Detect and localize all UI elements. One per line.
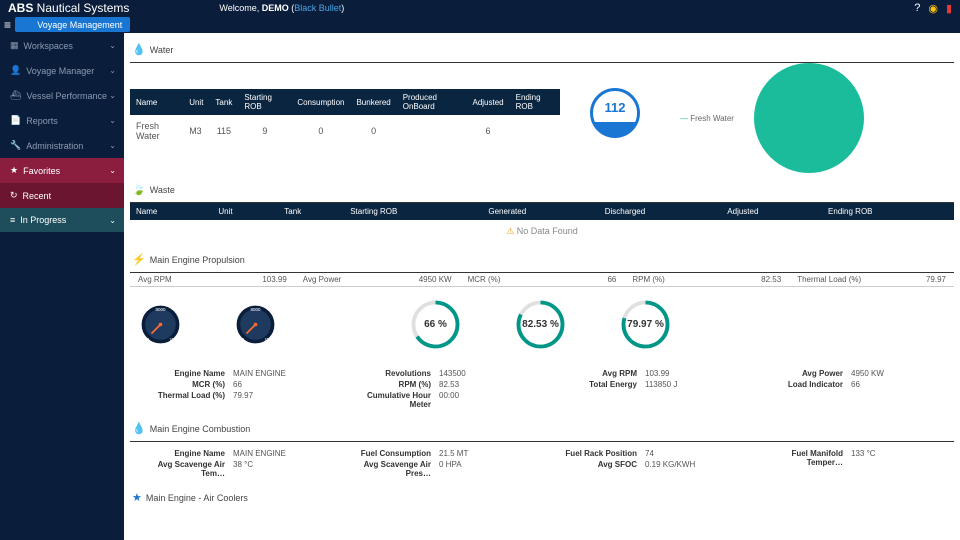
rpm-pct-gauge: 82.53 % xyxy=(513,297,568,352)
detail-value: 21.5 MT xyxy=(439,449,534,458)
app-header: ABS Nautical Systems Welcome, DEMO (Blac… xyxy=(0,0,960,16)
bulb-icon[interactable]: ◉ xyxy=(928,2,938,15)
svg-text:8000: 8000 xyxy=(250,307,261,312)
sidebar-item-workspaces[interactable]: ▦Workspaces⌄ xyxy=(0,33,124,58)
chevron-down-icon: ⌄ xyxy=(109,141,116,150)
water-table: NameUnitTankStarting ROBConsumptionBunke… xyxy=(130,89,560,147)
menu-icon[interactable]: ≡ xyxy=(4,18,11,32)
detail-label: Fuel Consumption xyxy=(344,449,439,458)
drop-icon: 💧 xyxy=(132,43,146,56)
detail-value: 143500 xyxy=(439,369,534,378)
sidebar-item-vessel-performance[interactable]: ⛴Vessel Performance⌄ xyxy=(0,83,124,108)
detail-value: 0.19 KG/KWH xyxy=(645,460,740,469)
help-icon[interactable]: ? xyxy=(914,2,920,14)
drop-icon: 💧 xyxy=(132,422,146,435)
pie-legend: — Fresh Water xyxy=(680,114,734,123)
detail-value: 113850 J xyxy=(645,380,740,389)
detail-label: Avg Scavenge Air Tem… xyxy=(138,460,233,478)
water-pie-chart xyxy=(754,63,864,173)
grid-icon: ▦ xyxy=(10,40,19,51)
voyage-management-button[interactable]: 👤Voyage Management xyxy=(15,17,130,32)
detail-label: Cumulative Hour Meter xyxy=(344,391,439,409)
star-icon: ★ xyxy=(132,491,142,504)
detail-label: Thermal Load (%) xyxy=(138,391,233,400)
detail-value: 66 xyxy=(233,380,328,389)
svg-text:1600: 1600 xyxy=(170,337,178,341)
chevron-down-icon: ⌄ xyxy=(109,41,116,50)
report-icon: 📄 xyxy=(10,115,21,126)
chevron-down-icon: ⌄ xyxy=(109,216,116,225)
detail-label: Load Indicator xyxy=(756,380,851,389)
detail-label: Revolutions xyxy=(344,369,439,378)
detail-label: RPM (%) xyxy=(344,380,439,389)
user-icon: 👤 xyxy=(23,19,34,30)
clock-icon: ↻ xyxy=(10,190,18,201)
combustion-details: Engine NameMAIN ENGINEAvg Scavenge Air T… xyxy=(130,442,954,481)
waste-table: NameUnitTankStarting ROBGeneratedDischar… xyxy=(130,203,954,220)
sidebar: ▦Workspaces⌄ 👤Voyage Manager⌄ ⛴Vessel Pe… xyxy=(0,33,124,540)
detail-value: 133 °C xyxy=(851,449,946,467)
chevron-down-icon: ⌄ xyxy=(109,91,116,100)
detail-value: 79.97 xyxy=(233,391,328,400)
detail-value: 82.53 xyxy=(439,380,534,389)
detail-label: Avg SFOC xyxy=(550,460,645,469)
wrench-icon: 🔧 xyxy=(10,140,21,151)
chevron-down-icon: ⌄ xyxy=(109,66,116,75)
chevron-down-icon: ⌄ xyxy=(109,166,116,175)
alert-icon[interactable]: ▮ xyxy=(946,2,952,15)
detail-value: MAIN ENGINE xyxy=(233,449,328,458)
detail-label: Avg RPM xyxy=(550,369,645,378)
brand: ABS Nautical Systems xyxy=(8,1,129,15)
svg-text:8000: 8000 xyxy=(155,307,166,312)
detail-value: 74 xyxy=(645,449,740,458)
ship-icon: ⛴ xyxy=(10,90,21,101)
table-row[interactable]: Fresh WaterM31159006 xyxy=(130,115,560,147)
section-waste-header: 🍃Waste xyxy=(130,179,954,200)
detail-label: Engine Name xyxy=(138,449,233,458)
star-icon: ★ xyxy=(10,165,18,176)
sidebar-item-administration[interactable]: 🔧Administration⌄ xyxy=(0,133,124,158)
rpm-gauge: 800001600 xyxy=(138,302,183,347)
welcome-text: Welcome, DEMO (Black Bullet) xyxy=(219,3,344,13)
waste-no-data: No Data Found xyxy=(130,220,954,243)
sidebar-item-recent[interactable]: ↻Recent xyxy=(0,183,124,208)
water-section: NameUnitTankStarting ROBConsumptionBunke… xyxy=(130,63,954,173)
section-aircoolers-header: ★Main Engine - Air Coolers xyxy=(130,487,954,508)
detail-label: Fuel Manifold Temper… xyxy=(756,449,851,467)
sidebar-item-in-progress[interactable]: ≡In Progress⌄ xyxy=(0,208,124,232)
section-combustion-header: 💧Main Engine Combustion xyxy=(130,418,954,439)
detail-value: 4950 KW xyxy=(851,369,946,378)
svg-text:1600: 1600 xyxy=(265,337,273,341)
water-ending-rob-gauge: 112 xyxy=(580,88,640,138)
sidebar-item-reports[interactable]: 📄Reports⌄ xyxy=(0,108,124,133)
detail-value: 00:00 xyxy=(439,391,534,409)
detail-value: MAIN ENGINE xyxy=(233,369,328,378)
detail-value: 66 xyxy=(851,380,946,389)
sidebar-item-voyage-manager[interactable]: 👤Voyage Manager⌄ xyxy=(0,58,124,83)
bolt-icon: ⚡ xyxy=(132,253,146,266)
detail-value: 38 °C xyxy=(233,460,328,478)
detail-label: Engine Name xyxy=(138,369,233,378)
leaf-icon: 🍃 xyxy=(132,183,146,196)
section-propulsion-header: ⚡Main Engine Propulsion xyxy=(130,249,954,270)
sub-header: ≡ 👤Voyage Management xyxy=(0,16,960,33)
propulsion-metrics: Avg RPM103.99 Avg Power4950 KW MCR (%)66… xyxy=(130,272,954,287)
content-area: 💧Water NameUnitTankStarting ROBConsumpti… xyxy=(124,33,960,540)
sidebar-item-favorites[interactable]: ★Favorites⌄ xyxy=(0,158,124,183)
thermal-pct-gauge: 79.97 % xyxy=(618,297,673,352)
detail-label: Fuel Rack Position xyxy=(550,449,645,458)
mcr-pct-gauge: 66 % xyxy=(408,297,463,352)
chevron-down-icon: ⌄ xyxy=(109,116,116,125)
progress-icon: ≡ xyxy=(10,215,15,225)
detail-label: MCR (%) xyxy=(138,380,233,389)
detail-label: Avg Scavenge Air Pres… xyxy=(344,460,439,478)
propulsion-details: Engine NameMAIN ENGINEMCR (%)66Thermal L… xyxy=(130,362,954,412)
power-gauge: 800001600 xyxy=(233,302,278,347)
detail-value: 103.99 xyxy=(645,369,740,378)
detail-label: Avg Power xyxy=(756,369,851,378)
detail-label: Total Energy xyxy=(550,380,645,389)
user-icon: 👤 xyxy=(10,65,21,76)
detail-value: 0 HPA xyxy=(439,460,534,478)
section-water-header: 💧Water xyxy=(130,39,954,60)
